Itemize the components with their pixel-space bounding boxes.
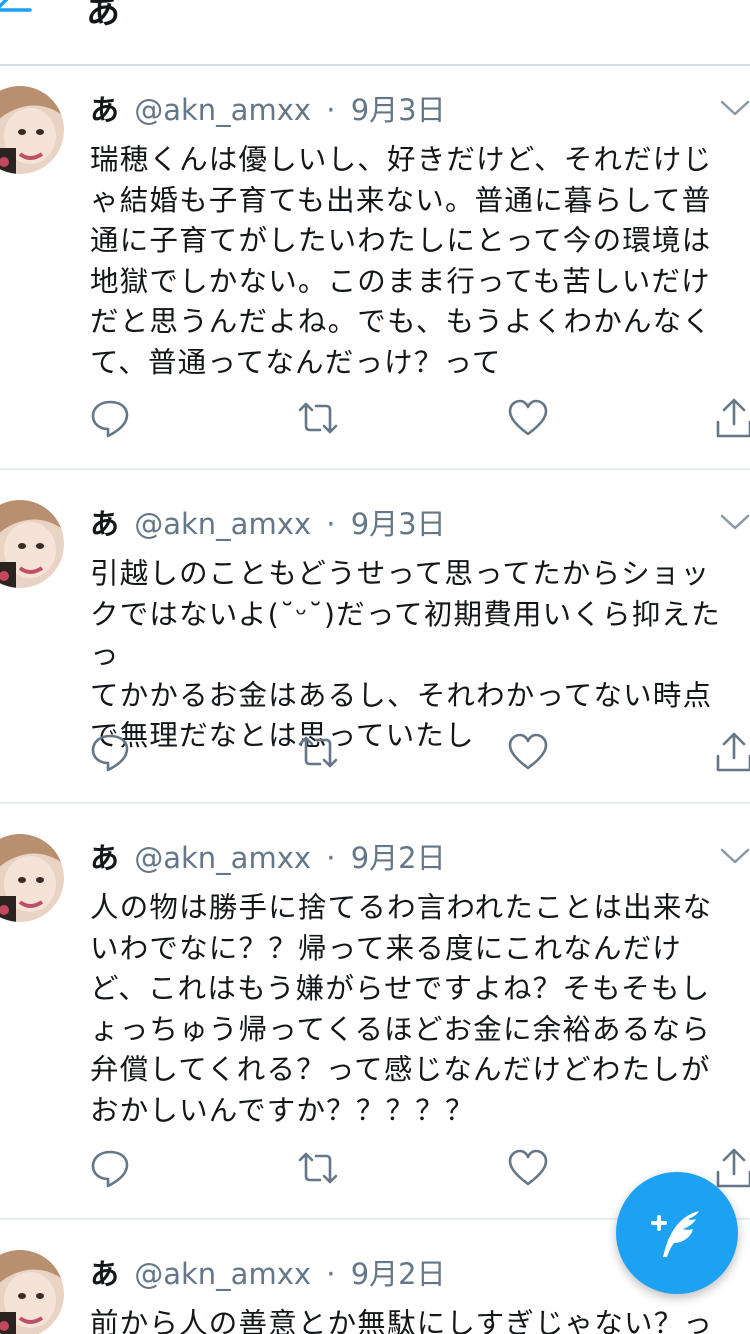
tweet-actions <box>0 1146 750 1190</box>
tweet-text: 前から人の善意とか無駄にしすぎじゃない？っ <box>90 1307 714 1334</box>
chevron-down-icon[interactable] <box>718 510 750 534</box>
like-icon[interactable] <box>506 730 550 774</box>
tweet-header: あ @akn_amxx · 9月2日 <box>90 1254 446 1294</box>
handle[interactable]: @akn_amxx <box>134 1257 311 1291</box>
tweet-header: あ @akn_amxx · 9月3日 <box>90 504 446 544</box>
avatar[interactable] <box>0 500 64 588</box>
reply-icon[interactable] <box>88 1146 132 1190</box>
compose-tweet-button[interactable] <box>616 1172 738 1294</box>
tweet[interactable]: あ @akn_amxx · 9月3日 引越しのこともどうせって思ってたからショッ… <box>0 470 750 804</box>
tweet-text: 人の物は勝手に捨てるわ言われたことは出来な いわでなに？？帰って来る度にこれなん… <box>90 891 713 1127</box>
tweet[interactable]: あ @akn_amxx · 9月2日 人の物は勝手に捨てるわ言われたことは出来な… <box>0 804 750 1220</box>
profile-title: あ <box>86 0 120 32</box>
timestamp[interactable]: 9月2日 <box>351 1257 446 1291</box>
handle[interactable]: @akn_amxx <box>134 507 311 541</box>
share-icon[interactable] <box>712 730 750 774</box>
share-icon[interactable] <box>712 396 750 440</box>
handle[interactable]: @akn_amxx <box>134 841 311 875</box>
top-bar: あ <box>0 0 750 66</box>
tweet-actions <box>0 396 750 440</box>
separator: · <box>326 93 336 127</box>
chevron-down-icon[interactable] <box>718 96 750 120</box>
retweet-icon[interactable] <box>296 1146 340 1190</box>
avatar[interactable] <box>0 86 64 174</box>
timestamp[interactable]: 9月3日 <box>351 507 446 541</box>
arrow-left-icon[interactable] <box>0 0 36 28</box>
share-icon[interactable] <box>712 1146 750 1190</box>
tweet-header: あ @akn_amxx · 9月3日 <box>90 90 446 130</box>
reply-icon[interactable] <box>88 396 132 440</box>
chevron-down-icon[interactable] <box>718 844 750 868</box>
tweet-header: あ @akn_amxx · 9月2日 <box>90 838 446 878</box>
handle[interactable]: @akn_amxx <box>134 93 311 127</box>
timestamp[interactable]: 9月3日 <box>351 93 446 127</box>
display-name[interactable]: あ <box>90 1257 119 1291</box>
tweet-text: 瑞穂くんは優しいし、好きだけど、それだけじ ゃ結婚も子育ても出来ない。普通に暮ら… <box>90 143 713 379</box>
timeline-screen: あ あ @akn_amxx · 9月3日 瑞穂くんは優しいし、好きだけど、それだ… <box>0 0 750 1334</box>
tweet-actions <box>0 730 750 774</box>
avatar[interactable] <box>0 834 64 922</box>
like-icon[interactable] <box>506 1146 550 1190</box>
tweet-text: 引越しのこともどうせって思ってたからショッ クではないよ(˘ᵕ˘)だって初期費用… <box>90 557 721 752</box>
display-name[interactable]: あ <box>90 841 119 875</box>
separator: · <box>326 507 336 541</box>
timestamp[interactable]: 9月2日 <box>351 841 446 875</box>
retweet-icon[interactable] <box>296 730 340 774</box>
separator: · <box>326 841 336 875</box>
avatar[interactable] <box>0 1250 64 1334</box>
separator: · <box>326 1257 336 1291</box>
tweet[interactable]: あ @akn_amxx · 9月3日 瑞穂くんは優しいし、好きだけど、それだけじ… <box>0 66 750 470</box>
like-icon[interactable] <box>506 396 550 440</box>
reply-icon[interactable] <box>88 730 132 774</box>
display-name[interactable]: あ <box>90 93 119 127</box>
display-name[interactable]: あ <box>90 507 119 541</box>
retweet-icon[interactable] <box>296 396 340 440</box>
compose-tweet-icon <box>651 1211 699 1257</box>
